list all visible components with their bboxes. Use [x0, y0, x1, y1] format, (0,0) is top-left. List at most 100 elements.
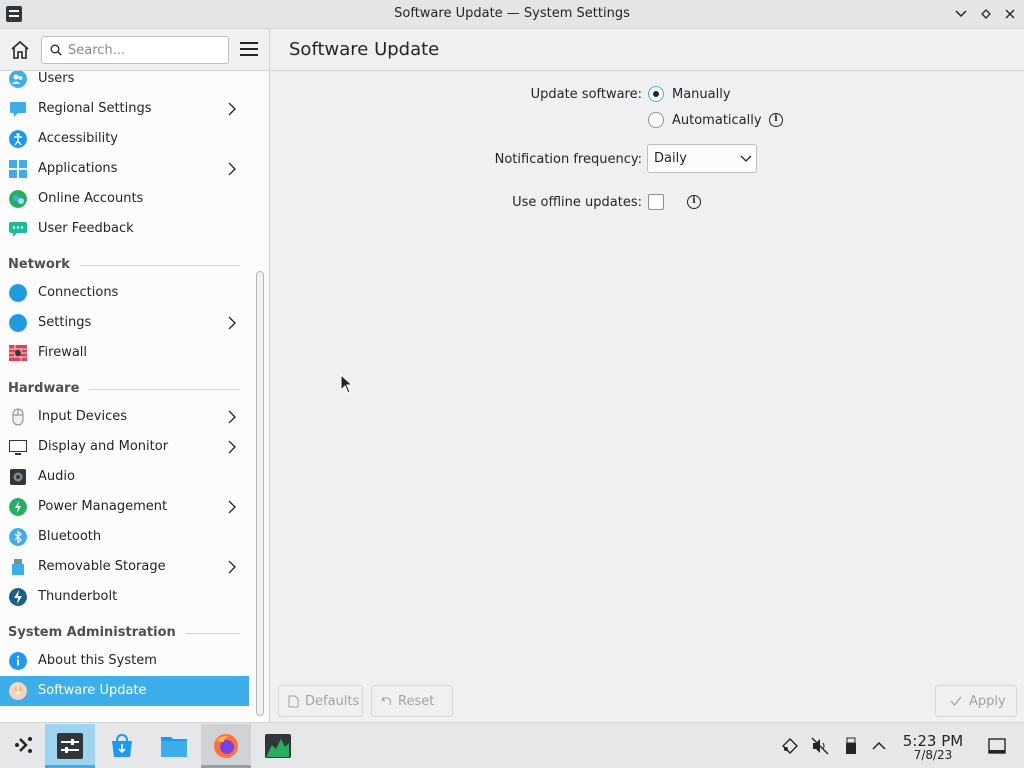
chevron-right-icon [228, 410, 236, 424]
sidebar-item-regional-settings[interactable]: Regional Settings [0, 94, 249, 124]
software-update-icon [9, 682, 27, 700]
update-automatically-radio[interactable] [648, 112, 664, 128]
firewall-icon [9, 345, 27, 361]
notification-frequency-label: Notification frequency: [494, 152, 642, 167]
taskbar-discover[interactable] [97, 724, 147, 768]
folder-icon [161, 737, 187, 757]
close-button[interactable] [1000, 5, 1020, 23]
sidebar-section-system-administration: System Administration [8, 623, 240, 643]
hamburger-menu-button[interactable] [240, 42, 258, 58]
bluetooth-icon [9, 528, 27, 546]
taskbar-firefox[interactable] [201, 724, 251, 768]
globe-icon [9, 314, 27, 332]
sidebar-section-network: Network [8, 255, 240, 275]
launcher-icon [15, 737, 32, 753]
chevron-right-icon [228, 560, 236, 574]
search-icon [50, 44, 62, 56]
sidebar-item-user-feedback[interactable]: User Feedback [0, 214, 249, 244]
mouse-cursor-icon [340, 374, 354, 394]
update-software-label: Update software: [530, 87, 642, 102]
reset-button[interactable]: Reset [371, 685, 453, 717]
sidebar-item-users[interactable]: Users [0, 71, 249, 94]
chevron-right-icon [228, 102, 236, 116]
undo-icon [381, 695, 393, 709]
sidebar-item-firewall[interactable]: Firewall [0, 338, 249, 368]
sidebar-item-display-and-monitor[interactable]: Display and Monitor [0, 432, 249, 462]
home-button[interactable] [8, 38, 32, 62]
speaker-icon [10, 469, 26, 485]
taskbar-system-monitor[interactable] [253, 724, 303, 768]
update-manually-label[interactable]: Manually [672, 87, 731, 102]
system-monitor-icon [265, 734, 291, 758]
taskbar-system-settings[interactable] [45, 724, 95, 768]
chevron-right-icon [228, 162, 236, 176]
sidebar-item-about-this-system[interactable]: About this System [0, 646, 249, 676]
sidebar-item-network-settings[interactable]: Settings [0, 308, 249, 338]
clock-date: 7/8/23 [913, 748, 953, 762]
online-accounts-icon [9, 190, 27, 208]
network-status-icon[interactable] [781, 737, 799, 755]
chevron-right-icon [228, 316, 236, 330]
power-icon [9, 498, 27, 516]
sidebar-item-thunderbolt[interactable]: Thunderbolt [0, 582, 249, 612]
chevron-right-icon [228, 500, 236, 514]
application-launcher-button[interactable] [0, 724, 50, 768]
offline-updates-label: Use offline updates: [512, 195, 642, 210]
offline-updates-checkbox[interactable] [648, 194, 664, 210]
minimize-button[interactable] [951, 5, 971, 23]
update-automatically-label[interactable]: Automatically [672, 113, 762, 128]
search-input[interactable] [68, 41, 223, 59]
main-header: Software Update [271, 29, 1024, 71]
show-desktop-icon[interactable] [988, 737, 1006, 755]
sidebar-item-connections[interactable]: Connections [0, 278, 249, 308]
usb-icon [12, 559, 24, 575]
apply-button[interactable]: Apply [935, 685, 1017, 717]
sidebar-item-removable-storage[interactable]: Removable Storage [0, 552, 249, 582]
update-manually-radio[interactable] [648, 86, 664, 102]
sidebar-item-online-accounts[interactable]: Online Accounts [0, 184, 249, 214]
info-icon[interactable]: i [687, 195, 701, 209]
volume-muted-icon[interactable] [811, 737, 829, 755]
main-content: Update software: Manually Automatically … [271, 71, 1024, 722]
thunderbolt-icon [9, 588, 27, 606]
sidebar-scrollbar[interactable] [256, 271, 264, 716]
sidebar-header [0, 29, 270, 71]
sidebar-item-software-update[interactable]: Software Update [0, 676, 249, 706]
sidebar-item-applications[interactable]: Applications [0, 154, 249, 184]
window-titlebar: Software Update — System Settings [0, 0, 1024, 29]
maximize-button[interactable] [976, 5, 996, 23]
users-icon [9, 71, 27, 88]
user-feedback-icon [9, 222, 27, 237]
chevron-right-icon [228, 440, 236, 454]
checkmark-icon [950, 695, 962, 709]
clock[interactable]: 5:23 PM 7/8/23 [898, 732, 968, 762]
sidebar-item-power-management[interactable]: Power Management [0, 492, 249, 522]
sidebar-item-input-devices[interactable]: Input Devices [0, 402, 249, 432]
home-icon [11, 40, 29, 59]
info-icon[interactable]: i [769, 113, 783, 127]
notification-frequency-dropdown[interactable]: Daily [647, 144, 757, 173]
usb-device-icon[interactable] [842, 737, 860, 755]
firefox-icon [214, 734, 238, 758]
page-title: Software Update [289, 39, 440, 60]
sidebar-item-bluetooth[interactable]: Bluetooth [0, 522, 249, 552]
regional-settings-icon [10, 102, 26, 117]
globe-icon [9, 284, 27, 302]
document-icon [288, 695, 300, 709]
sidebar: Users Regional Settings Accessibility Ap… [0, 71, 270, 722]
taskbar-file-manager[interactable] [149, 724, 199, 768]
mouse-icon [12, 408, 24, 426]
defaults-button[interactable]: Defaults [278, 685, 363, 717]
accessibility-icon [9, 130, 27, 148]
applications-icon [9, 160, 27, 178]
sidebar-item-accessibility[interactable]: Accessibility [0, 124, 249, 154]
chevron-down-icon [740, 155, 752, 162]
sidebar-item-audio[interactable]: Audio [0, 462, 249, 492]
chevron-up-icon[interactable] [870, 737, 888, 755]
system-settings-icon [57, 733, 83, 759]
sidebar-section-hardware: Hardware [8, 379, 240, 399]
info-icon [9, 652, 27, 670]
window-title: Software Update — System Settings [394, 6, 630, 21]
taskbar: 5:23 PM 7/8/23 [0, 722, 1024, 768]
search-field[interactable] [41, 36, 229, 64]
